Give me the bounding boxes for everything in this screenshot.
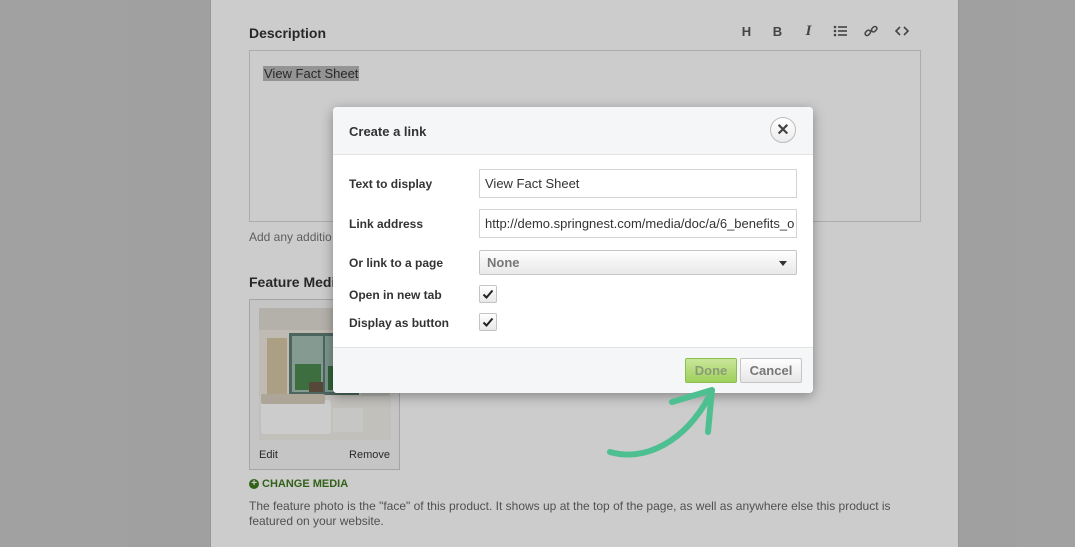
close-button[interactable]: ✕ [770,117,796,143]
checkmark-icon [482,289,494,299]
page-link-select[interactable]: None [479,250,797,275]
text-to-display-label: Text to display [349,177,433,191]
page-link-label: Or link to a page [349,256,444,270]
dialog-title: Create a link [349,124,427,139]
dialog-body: Text to display View Fact Sheet Link add… [333,155,813,347]
chevron-down-icon [779,261,787,266]
page-link-selected-value: None [487,255,520,270]
open-new-tab-checkbox[interactable] [479,285,497,303]
checkmark-icon [482,317,494,327]
create-link-dialog: Create a link ✕ Text to display View Fac… [333,107,813,393]
open-new-tab-label: Open in new tab [349,288,442,302]
dialog-header: Create a link ✕ [333,107,813,155]
dialog-footer: Done Cancel [333,347,813,393]
close-icon: ✕ [776,122,790,139]
annotation-arrow-icon [607,387,715,458]
link-address-input[interactable]: http://demo.springnest.com/media/doc/a/6… [479,209,797,238]
display-as-button-checkbox[interactable] [479,313,497,331]
link-address-label: Link address [349,217,424,231]
cancel-button[interactable]: Cancel [740,358,802,383]
display-as-button-label: Display as button [349,316,450,330]
text-to-display-input[interactable]: View Fact Sheet [479,169,797,198]
